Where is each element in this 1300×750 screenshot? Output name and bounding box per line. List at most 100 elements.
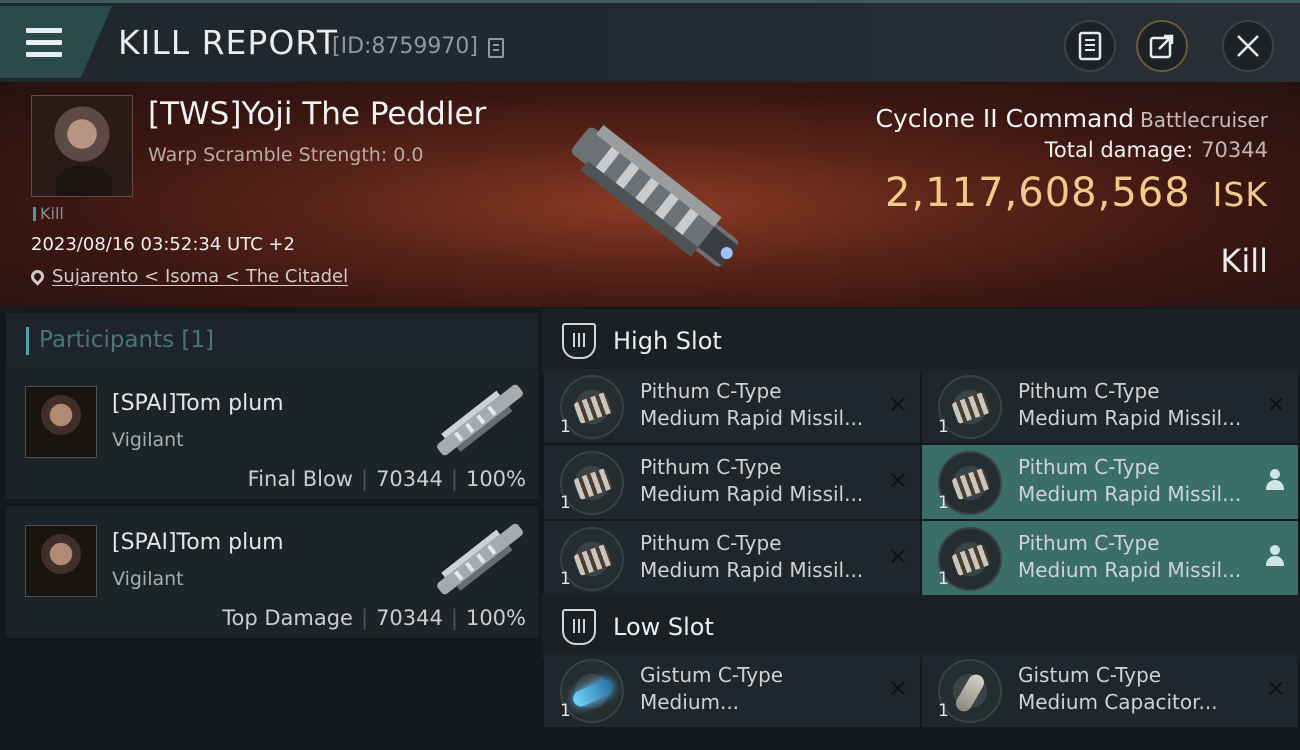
isk-amount: 2,117,608,568: [885, 170, 1191, 216]
module-item[interactable]: 1 Pithum C-Type Medium Rapid Missil... ✕: [544, 521, 920, 595]
participants-panel: Participants [1] [SPAI]Tom plum Vigilant…: [0, 307, 542, 750]
clipboard-button[interactable]: [1064, 20, 1116, 72]
module-name: Pithum C-Type: [1018, 379, 1160, 403]
victim-avatar[interactable]: [31, 95, 133, 197]
destroyed-icon: ✕: [887, 543, 908, 571]
top-bar: KILL REPORT [ID:8759970]: [0, 0, 1300, 82]
participant-name: [SPAI]Tom plum: [112, 391, 284, 416]
participant-avatar[interactable]: [25, 525, 97, 597]
kill-tag: Kill: [33, 204, 64, 223]
participant-ship: Vigilant: [112, 429, 184, 451]
module-quantity: 1: [560, 569, 571, 589]
module-name: Pithum C-Type: [640, 531, 782, 555]
participants-title: Participants [1]: [39, 327, 214, 353]
fitting-panel: High Slot 1 Pithum C-Type Medium Rapid M…: [542, 307, 1300, 750]
module-type: Medium Rapid Missil...: [640, 558, 864, 582]
victim-name[interactable]: [TWS]Yoji The Peddler: [148, 96, 486, 132]
location-link[interactable]: Sujarento < Isoma < The Citadel: [52, 266, 348, 287]
participant-name: [SPAI]Tom plum: [112, 530, 284, 555]
participant-stats: Top Damage | 70344 | 100%: [222, 606, 526, 630]
ship-name[interactable]: Cyclone II Command: [875, 104, 1134, 133]
close-icon: [1237, 35, 1259, 57]
module-quantity: 1: [560, 417, 571, 437]
warp-scramble-strength: Warp Scramble Strength: 0.0: [148, 144, 424, 166]
module-item[interactable]: 1 Gistum C-Type Medium Capacitor... ✕: [922, 653, 1298, 727]
participant-avatar[interactable]: [25, 386, 97, 458]
high-slot-header: High Slot: [542, 309, 1300, 373]
low-slot-header: Low Slot: [542, 595, 1300, 659]
participant-percent: 100%: [465, 606, 526, 630]
module-quantity: 1: [938, 417, 949, 437]
module-item[interactable]: 1 Gistum C-Type Medium... ✕: [544, 653, 920, 727]
participants-header[interactable]: Participants [1]: [6, 313, 538, 371]
participant-ship-image: [437, 384, 523, 456]
module-item[interactable]: 1 Pithum C-Type Medium Rapid Missil... ✕: [922, 369, 1298, 443]
low-slot-icon: [562, 609, 596, 645]
participant-damage: 70344: [376, 606, 443, 630]
victim-ship-image[interactable]: [540, 92, 770, 302]
module-name: Pithum C-Type: [640, 379, 782, 403]
share-button[interactable]: [1136, 20, 1188, 72]
total-damage-label: Total damage:: [1044, 138, 1194, 162]
module-item[interactable]: 1 Pithum C-Type Medium Rapid Missil... ✕: [544, 445, 920, 519]
module-quantity: 1: [938, 701, 949, 721]
module-quantity: 1: [560, 701, 571, 721]
destroyed-icon: ✕: [887, 675, 908, 703]
module-name: Pithum C-Type: [1018, 455, 1160, 479]
menu-icon: [26, 28, 62, 64]
participant-role: Final Blow: [247, 467, 353, 491]
total-damage: Total damage: 70344: [1045, 138, 1268, 162]
isk-unit: ISK: [1212, 175, 1268, 214]
module-item[interactable]: 1 Pithum C-Type Medium Rapid Missil...: [922, 521, 1298, 595]
module-type: Medium...: [640, 690, 740, 714]
copy-icon[interactable]: [488, 38, 504, 58]
participant-ship: Vigilant: [112, 568, 184, 590]
module-quantity: 1: [560, 493, 571, 513]
location-pin-icon: [28, 267, 47, 286]
participant-ship-image: [437, 523, 523, 595]
module-type: Medium Capacitor...: [1018, 690, 1218, 714]
page-title: KILL REPORT: [118, 23, 338, 62]
kill-datetime: 2023/08/16 03:52:34 UTC +2: [31, 234, 295, 255]
module-type: Medium Rapid Missil...: [640, 406, 864, 430]
module-type: Medium Rapid Missil...: [640, 482, 864, 506]
high-slot-label: High Slot: [613, 327, 722, 355]
victim-ship: Cyclone II Command Battlecruiser: [875, 104, 1268, 133]
module-name: Gistum C-Type: [1018, 663, 1162, 687]
module-name: Pithum C-Type: [640, 455, 782, 479]
module-item[interactable]: 1 Pithum C-Type Medium Rapid Missil...: [922, 445, 1298, 519]
person-icon: [1266, 545, 1284, 567]
participant-row[interactable]: [SPAI]Tom plum Vigilant Top Damage | 70344…: [6, 506, 538, 640]
clipboard-icon: [1078, 31, 1102, 61]
destroyed-icon: ✕: [887, 467, 908, 495]
module-type: Medium Rapid Missil...: [1018, 406, 1242, 430]
person-icon: [1266, 469, 1284, 491]
module-item[interactable]: 1 Pithum C-Type Medium Rapid Missil... ✕: [544, 369, 920, 443]
isk-value: 2,117,608,568 ISK: [885, 170, 1268, 216]
module-name: Gistum C-Type: [640, 663, 784, 687]
total-damage-value: 70344: [1201, 138, 1268, 162]
module-type: Medium Rapid Missil...: [1018, 482, 1242, 506]
menu-button[interactable]: [0, 6, 112, 78]
participant-stats: Final Blow | 70344 | 100%: [247, 467, 526, 491]
module-quantity: 1: [938, 569, 949, 589]
close-button[interactable]: [1222, 20, 1274, 72]
destroyed-icon: ✕: [1265, 391, 1286, 419]
destroyed-icon: ✕: [887, 391, 908, 419]
victim-banner: [TWS]Yoji The Peddler Warp Scramble Stre…: [0, 82, 1300, 307]
module-type: Medium Rapid Missil...: [1018, 558, 1242, 582]
participant-percent: 100%: [465, 467, 526, 491]
ship-class: Battlecruiser: [1140, 108, 1268, 132]
module-name: Pithum C-Type: [1018, 531, 1160, 555]
kill-result: Kill: [1220, 242, 1268, 280]
participant-damage: 70344: [376, 467, 443, 491]
destroyed-icon: ✕: [1265, 675, 1286, 703]
participant-row[interactable]: [SPAI]Tom plum Vigilant Final Blow | 70344…: [6, 367, 538, 501]
kill-location[interactable]: Sujarento < Isoma < The Citadel: [28, 266, 348, 287]
high-slot-icon: [562, 323, 596, 359]
share-icon: [1149, 34, 1174, 59]
low-slot-label: Low Slot: [613, 613, 714, 641]
report-id: [ID:8759970]: [332, 34, 478, 59]
participant-role: Top Damage: [222, 606, 353, 630]
module-quantity: 1: [938, 493, 949, 513]
